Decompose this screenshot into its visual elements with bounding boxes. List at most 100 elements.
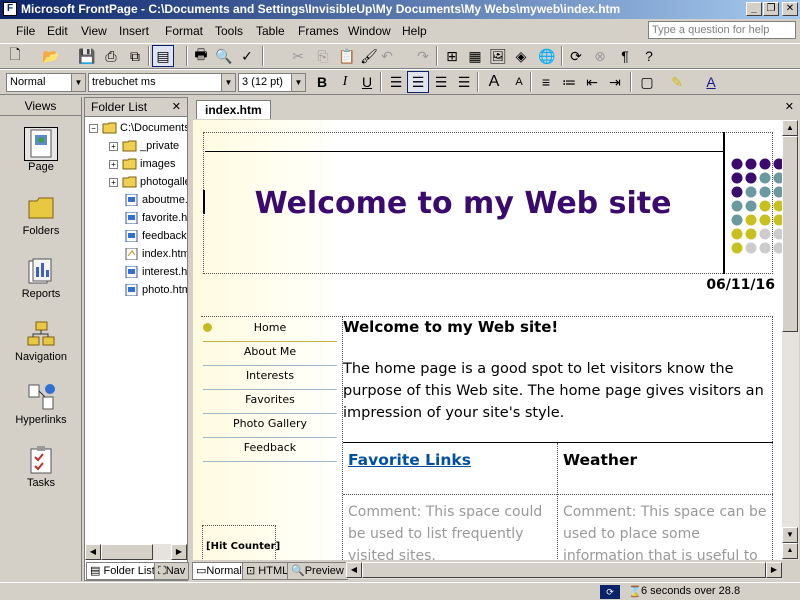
- italic-icon[interactable]: I: [334, 71, 356, 93]
- menu-help[interactable]: Help: [402, 24, 427, 38]
- scroll-left-icon[interactable]: ◀: [346, 562, 362, 578]
- nav-about-me[interactable]: About Me: [203, 342, 337, 366]
- align-center-icon[interactable]: ☰: [407, 71, 429, 93]
- show-all-icon[interactable]: ¶: [614, 45, 636, 67]
- tree-file-interest[interactable]: interest.htm: [124, 266, 187, 279]
- chevron-down-icon[interactable]: ▼: [291, 74, 305, 91]
- view-hyperlinks[interactable]: Hyperlinks: [0, 380, 82, 426]
- frontpage-app-icon[interactable]: F: [3, 2, 17, 16]
- tab-html[interactable]: ⊡ HTML: [242, 562, 293, 580]
- view-navigation[interactable]: Navigation: [0, 317, 82, 363]
- expand-icon[interactable]: +: [109, 141, 118, 151]
- restore-button[interactable]: ❐: [763, 2, 779, 16]
- tree-folder-photogallery[interactable]: + photogallery: [109, 176, 187, 188]
- tree-root[interactable]: − C:\Documents and Settings\InvisibleUp\M…: [89, 122, 187, 134]
- help-icon[interactable]: ?: [638, 45, 660, 67]
- close-icon[interactable]: ✕: [172, 98, 181, 116]
- scroll-right-icon[interactable]: ▶: [766, 562, 782, 578]
- menu-format[interactable]: Format: [165, 24, 203, 38]
- print-icon[interactable]: 🖶: [190, 45, 212, 67]
- numbering-icon[interactable]: ≡: [535, 71, 557, 93]
- menu-frames[interactable]: Frames: [298, 24, 339, 38]
- stop-icon[interactable]: ⊗: [589, 45, 611, 67]
- undo-icon[interactable]: ↶: [376, 45, 398, 67]
- justify-icon[interactable]: ☰: [453, 71, 475, 93]
- borders-icon[interactable]: ▢: [636, 71, 658, 93]
- ask-question-input[interactable]: Type a question for help: [648, 21, 796, 39]
- expand-icon[interactable]: +: [109, 177, 118, 187]
- insert-table-icon[interactable]: ▦: [464, 45, 486, 67]
- view-reports[interactable]: Reports: [0, 254, 82, 300]
- scroll-thumb[interactable]: [782, 136, 798, 332]
- style-dropdown[interactable]: Normal ▼: [6, 73, 86, 92]
- tab-folder-list[interactable]: ▤ Folder List: [86, 562, 159, 580]
- drawing-icon[interactable]: ◈: [510, 45, 532, 67]
- decrease-indent-icon[interactable]: ⇤: [581, 71, 603, 93]
- chevron-down-icon[interactable]: ▼: [71, 74, 85, 91]
- nav-feedback[interactable]: Feedback: [203, 438, 337, 462]
- print-preview-icon[interactable]: 🔍: [213, 45, 235, 67]
- expand-icon[interactable]: +: [109, 159, 118, 169]
- minimize-button[interactable]: _: [746, 2, 762, 16]
- tab-navigation[interactable]: ⛶Nav: [154, 562, 190, 580]
- view-folders[interactable]: Folders: [0, 191, 82, 237]
- scroll-up-icon[interactable]: ▲: [782, 120, 798, 136]
- cut-icon[interactable]: ✂: [287, 45, 309, 67]
- scroll-right-icon[interactable]: ▶: [171, 544, 187, 560]
- tree-file-favorite[interactable]: favorite.htm: [124, 212, 187, 225]
- page-editor[interactable]: Welcome to my Web site 06/11/16 Home Abo…: [193, 120, 782, 560]
- scroll-left-icon[interactable]: ◀: [85, 544, 101, 560]
- bullets-icon[interactable]: ≔: [558, 71, 580, 93]
- menu-view[interactable]: View: [81, 24, 107, 38]
- toggle-pane-icon[interactable]: ▤: [152, 45, 174, 67]
- web-component-icon[interactable]: ⊞: [441, 45, 463, 67]
- nav-interests[interactable]: Interests: [203, 366, 337, 390]
- tree-file-index[interactable]: index.htm: [124, 248, 187, 261]
- menu-tools[interactable]: Tools: [215, 24, 243, 38]
- editor-hscrollbar[interactable]: ◀ ▶: [346, 562, 782, 579]
- scroll-thumb[interactable]: [362, 562, 766, 578]
- font-color-icon[interactable]: A: [700, 71, 722, 93]
- tab-preview[interactable]: 🔍Preview: [287, 562, 348, 580]
- new-page-icon[interactable]: 🗋: [4, 45, 26, 67]
- refresh-icon[interactable]: ⟳: [565, 45, 587, 67]
- font-dropdown[interactable]: trebuchet ms ▼: [88, 73, 236, 92]
- open-icon[interactable]: 📂: [40, 45, 62, 67]
- tree-file-aboutme[interactable]: aboutme.htm: [124, 194, 187, 207]
- menu-insert[interactable]: Insert: [119, 24, 149, 38]
- nav-photo-gallery[interactable]: Photo Gallery: [203, 414, 337, 438]
- menu-file[interactable]: File: [16, 24, 35, 38]
- paste-icon[interactable]: 📋: [336, 45, 358, 67]
- size-dropdown[interactable]: 3 (12 pt) ▼: [238, 73, 306, 92]
- chevron-down-icon[interactable]: ▼: [221, 74, 235, 91]
- collapse-icon[interactable]: −: [89, 123, 98, 133]
- hyperlink-icon[interactable]: 🌐: [536, 45, 558, 67]
- insert-picture-icon[interactable]: 🖼: [487, 45, 509, 67]
- underline-icon[interactable]: U: [356, 71, 378, 93]
- tree-file-photo[interactable]: photo.htm: [124, 284, 187, 297]
- bold-icon[interactable]: B: [311, 71, 333, 93]
- view-page[interactable]: Page: [0, 127, 82, 173]
- menu-edit[interactable]: Edit: [47, 24, 68, 38]
- menu-window[interactable]: Window: [348, 24, 391, 38]
- close-button[interactable]: ✕: [782, 2, 798, 16]
- previous-page-icon[interactable]: ▲: [782, 543, 798, 559]
- tree-folder-private[interactable]: + _private: [109, 140, 187, 152]
- close-document-icon[interactable]: ✕: [785, 100, 794, 113]
- redo-icon[interactable]: ↷: [412, 45, 434, 67]
- search-web-icon[interactable]: ⧉: [124, 45, 146, 67]
- tree-file-feedback[interactable]: feedback.htm: [124, 230, 187, 243]
- copy-icon[interactable]: ⎘: [312, 45, 334, 67]
- tab-normal[interactable]: ▭Normal: [192, 562, 246, 580]
- highlight-icon[interactable]: ✎: [666, 71, 688, 93]
- scroll-down-icon[interactable]: ▼: [782, 527, 798, 543]
- increase-indent-icon[interactable]: ⇥: [604, 71, 626, 93]
- nav-home[interactable]: Home: [203, 318, 337, 342]
- nav-favorites[interactable]: Favorites: [203, 390, 337, 414]
- scroll-thumb[interactable]: [101, 544, 153, 560]
- increase-font-icon[interactable]: A: [483, 71, 505, 93]
- decrease-font-icon[interactable]: A: [508, 71, 530, 93]
- save-icon[interactable]: 💾: [76, 45, 98, 67]
- align-left-icon[interactable]: ☰: [385, 71, 407, 93]
- folder-hscrollbar[interactable]: ◀ ▶: [85, 544, 187, 560]
